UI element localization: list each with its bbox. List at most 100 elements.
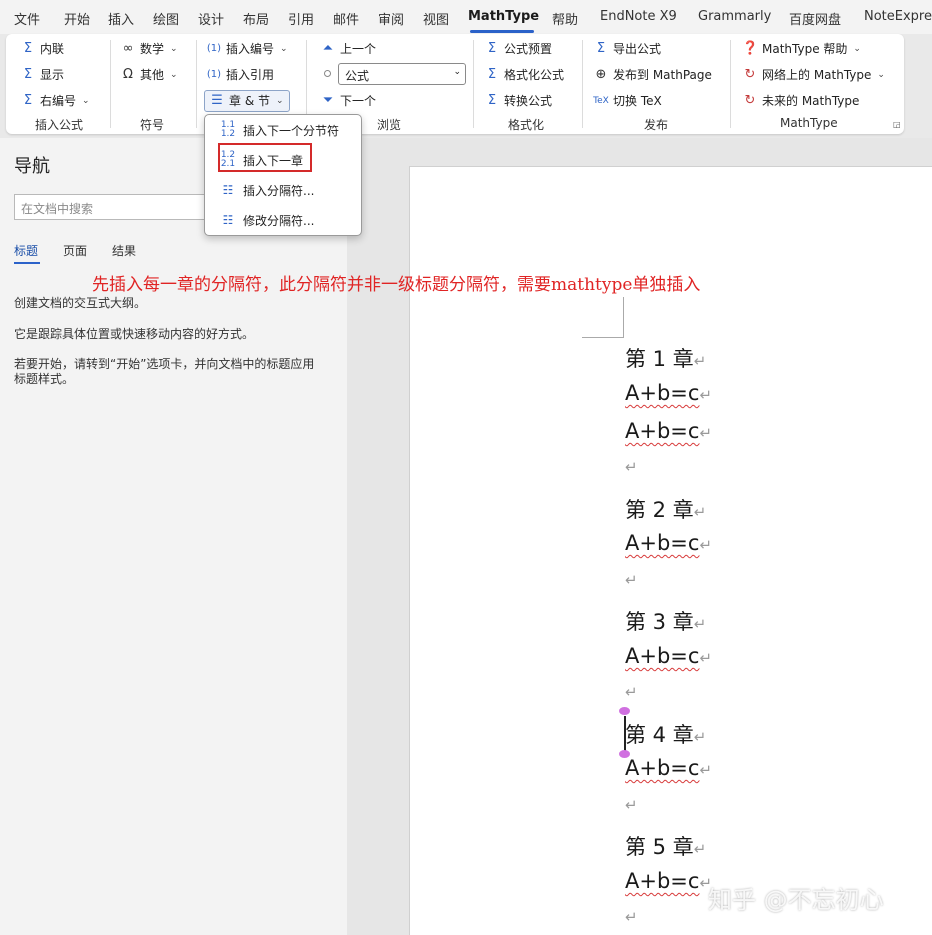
tab-grammarly[interactable]: Grammarly [698, 9, 771, 24]
preset-icon: Σ [487, 41, 497, 56]
section-number-icon: 1.1 1.2 [220, 120, 236, 139]
globe-icon: ⊕ [595, 67, 607, 82]
group-divider [730, 40, 731, 128]
selection-handle-bottom[interactable] [619, 750, 630, 758]
sigma-numbered-icon: Σ [23, 93, 33, 108]
group-divider [582, 40, 583, 128]
web-link-icon: ↻ [744, 67, 756, 82]
chevron-down-icon: ⌄ [877, 69, 885, 80]
chapter-section-label: ☰ 章 & 节 ⌄ [209, 92, 284, 109]
tab-review[interactable]: 审阅 [378, 9, 404, 28]
chevron-down-icon: ⌄ [276, 95, 284, 106]
tab-view[interactable]: 视图 [423, 9, 449, 28]
group-label-format: 格式化 [508, 118, 545, 132]
chapter-heading[interactable]: 第 2 章↵ [625, 494, 706, 524]
margin-corner-mark [623, 297, 624, 338]
publish-mathpage-button[interactable]: ⊕ 发布到 MathPage [593, 66, 712, 83]
group-divider [473, 40, 474, 128]
reference-icon: (1) [206, 69, 222, 80]
tab-mathtype[interactable]: MathType [468, 9, 539, 24]
text-cursor [624, 716, 626, 754]
format-icon: Σ [487, 67, 497, 82]
chapter-heading[interactable]: 第 4 章↵ [625, 719, 706, 749]
tab-draw[interactable]: 绘图 [153, 9, 179, 28]
menu-item-insert-break[interactable]: ☷ 插入分隔符... [205, 176, 361, 204]
nav-tab-headings[interactable]: 标题 [14, 242, 38, 259]
equation-line[interactable]: A+b=c↵ [625, 644, 712, 668]
group-divider [196, 40, 197, 128]
ribbon: Σ 内联 Σ 显示 Σ 右编号 ⌄ 插入公式 ∞ 数学 ⌄ Ω 其他 ⌄ 符号 (1) 插入编号 ⌄… [6, 34, 904, 134]
chapter-heading[interactable]: 第 5 章↵ [625, 831, 706, 861]
nav-title: 导航 [14, 156, 50, 177]
nav-search-input[interactable]: 在文档中搜索 [14, 194, 214, 220]
tab-noteexpress[interactable]: NoteExpress [864, 9, 932, 24]
tab-endnote[interactable]: EndNote X9 [600, 9, 677, 24]
equation-line[interactable]: A+b=c↵ [625, 869, 712, 893]
nav-tab-pages[interactable]: 页面 [63, 242, 87, 259]
browse-type-select[interactable]: 公式 ⌄ [338, 63, 466, 85]
tab-layout[interactable]: 布局 [243, 9, 269, 28]
inline-equation-button[interactable]: Σ 内联 [20, 40, 64, 57]
previous-button[interactable]: ⏶ 上一个 [320, 40, 376, 57]
chapter-heading[interactable]: 第 1 章↵ [625, 343, 706, 373]
other-symbols-button[interactable]: Ω 其他 ⌄ [120, 66, 178, 83]
convert-equations-button[interactable]: Σ 转换公式 [484, 92, 552, 109]
dialog-launcher-icon[interactable]: ◲ [893, 120, 901, 129]
tab-insert[interactable]: 插入 [108, 9, 134, 28]
tex-icon: TeX [593, 95, 609, 106]
future-mathtype-button[interactable]: ↻ 未来的 MathType [742, 92, 860, 109]
chapter-heading[interactable]: 第 3 章↵ [625, 606, 706, 636]
modify-break-icon: ☷ [222, 212, 234, 227]
chevron-down-icon: ⌄ [853, 43, 861, 54]
tab-file[interactable]: 文件 [14, 9, 40, 28]
group-label-insert-equation: 插入公式 [35, 118, 84, 132]
insert-number-button[interactable]: (1) 插入编号 ⌄ [206, 40, 288, 57]
convert-icon: Σ [487, 93, 497, 108]
tab-help[interactable]: 帮助 [552, 9, 578, 28]
equation-line[interactable]: A+b=c↵ [625, 531, 712, 555]
arrow-up-icon: ⏶ [322, 41, 334, 56]
tab-home[interactable]: 开始 [64, 9, 90, 28]
next-button[interactable]: ⏷ 下一个 [320, 92, 376, 109]
browse-radio[interactable] [324, 70, 331, 77]
sigma-icon: Σ [23, 67, 33, 82]
equation-presets-button[interactable]: Σ 公式预置 [484, 40, 552, 57]
display-equation-button[interactable]: Σ 显示 [20, 66, 64, 83]
mathtype-on-web-button[interactable]: ↻ 网络上的 MathType ⌄ [742, 66, 885, 83]
nav-help-text-3: 若要开始，请转到“开始”选项卡，并向文档中的标题应用标题样式。 [14, 357, 315, 386]
menu-item-insert-next-section[interactable]: 1.1 1.2 插入下一个分节符 [205, 116, 361, 144]
tab-baidu-netdisk[interactable]: 百度网盘 [789, 9, 841, 28]
equation-line[interactable]: A+b=c↵ [625, 419, 712, 443]
tab-references[interactable]: 引用 [288, 9, 314, 28]
right-numbered-button[interactable]: Σ 右编号 ⌄ [20, 92, 90, 109]
omega-icon: Ω [123, 67, 133, 82]
list-icon: ☰ [211, 93, 223, 108]
format-equations-button[interactable]: Σ 格式化公式 [484, 66, 564, 83]
nav-help-text-2: 它是跟踪具体位置或快速移动内容的好方式。 [14, 327, 255, 341]
mathtype-help-button[interactable]: ❓ MathType 帮助 ⌄ [742, 40, 861, 57]
infinity-icon: ∞ [122, 41, 134, 56]
chapter-section-dropdown: 1.1 1.2 插入下一个分节符 1.2 2.1 插入下一章 ☷ 插入分隔符... ☷ 修改… [204, 114, 362, 236]
highlight-box [218, 143, 312, 172]
export-equations-button[interactable]: Σ 导出公式 [593, 40, 661, 57]
chevron-down-icon: ⌄ [453, 67, 461, 77]
nav-tab-results[interactable]: 结果 [112, 242, 136, 259]
watermark: 知乎 @不忘初心 [708, 886, 884, 914]
tab-mailings[interactable]: 邮件 [333, 9, 359, 28]
chevron-down-icon: ⌄ [170, 69, 178, 80]
tab-design[interactable]: 设计 [198, 9, 224, 28]
margin-corner-mark [582, 337, 623, 338]
sigma-icon: Σ [23, 41, 33, 56]
insert-break-icon: ☷ [222, 182, 234, 197]
equation-line[interactable]: A+b=c↵ [625, 756, 712, 780]
active-tab-indicator [470, 30, 534, 33]
math-symbols-button[interactable]: ∞ 数学 ⌄ [120, 40, 178, 57]
ribbon-tab-bar: 文件 开始 插入 绘图 设计 布局 引用 邮件 审阅 视图 MathType 帮… [0, 0, 932, 34]
toggle-tex-button[interactable]: TeX 切换 TeX [593, 92, 662, 109]
menu-item-modify-break[interactable]: ☷ 修改分隔符... [205, 206, 361, 234]
chevron-down-icon: ⌄ [170, 43, 178, 54]
selection-handle-top[interactable] [619, 707, 630, 715]
insert-reference-button[interactable]: (1) 插入引用 [206, 66, 274, 83]
paragraph-mark: ↵ [625, 908, 638, 926]
equation-line[interactable]: A+b=c↵ [625, 381, 712, 405]
